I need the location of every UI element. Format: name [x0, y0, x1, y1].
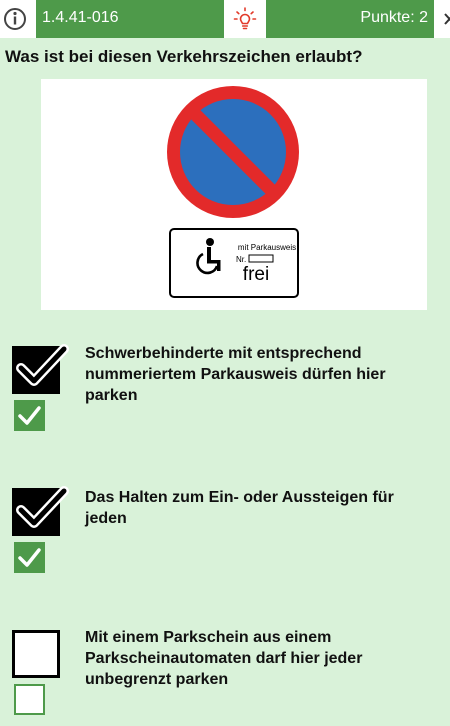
points-label: Punkte: 2 — [360, 9, 428, 26]
info-circle-icon — [4, 8, 26, 30]
answer-2-solution-checkbox — [14, 542, 45, 573]
check-icon — [16, 486, 69, 528]
answer-3-text: Mit einem Parkschein aus einem Parkschei… — [85, 629, 363, 688]
traffic-sign-image: mit Parkausweis Nr. frei — [41, 79, 427, 310]
answer-1-user-checkbox[interactable] — [12, 344, 69, 394]
check-icon — [18, 548, 41, 567]
answer-row-3: Mit einem Parkschein aus einem Parkschei… — [0, 624, 450, 724]
question-id: 1.4.41-016 — [42, 9, 119, 26]
answer-3-solution-checkbox — [14, 684, 45, 715]
answer-2-user-checkbox[interactable] — [12, 486, 69, 536]
answer-row-1: Schwerbehinderte mit entsprechend nummer… — [0, 340, 450, 440]
panel-line-1: mit Parkausweis — [238, 243, 296, 252]
check-icon — [16, 344, 69, 386]
points-box: Punkte: 2 — [266, 0, 434, 38]
answer-3-user-checkbox[interactable] — [12, 630, 60, 678]
question-id-box: 1.4.41-016 — [36, 0, 224, 38]
check-icon — [18, 406, 41, 425]
answer-1-solution-checkbox — [14, 400, 45, 431]
panel-line-2: Nr. — [236, 255, 246, 264]
panel-line-3: frei — [243, 264, 269, 285]
info-button[interactable] — [0, 0, 36, 38]
hint-button[interactable] — [224, 0, 266, 38]
answer-1-text: Schwerbehinderte mit entsprechend nummer… — [85, 345, 386, 404]
question-text: Was ist bei diesen Verkehrszeichen erlau… — [5, 47, 363, 66]
answer-2-text: Das Halten zum Ein- oder Aussteigen für … — [85, 489, 394, 527]
top-bar: 1.4.41-016 Punkte: 2 — [0, 0, 450, 38]
close-button[interactable] — [434, 0, 450, 38]
no-parking-sign-icon — [167, 86, 299, 218]
answer-row-2: Das Halten zum Ein- oder Aussteigen für … — [0, 482, 450, 582]
close-icon — [444, 13, 450, 25]
additional-panel-sign: mit Parkausweis Nr. frei — [169, 228, 299, 298]
lightbulb-icon — [233, 7, 257, 30]
